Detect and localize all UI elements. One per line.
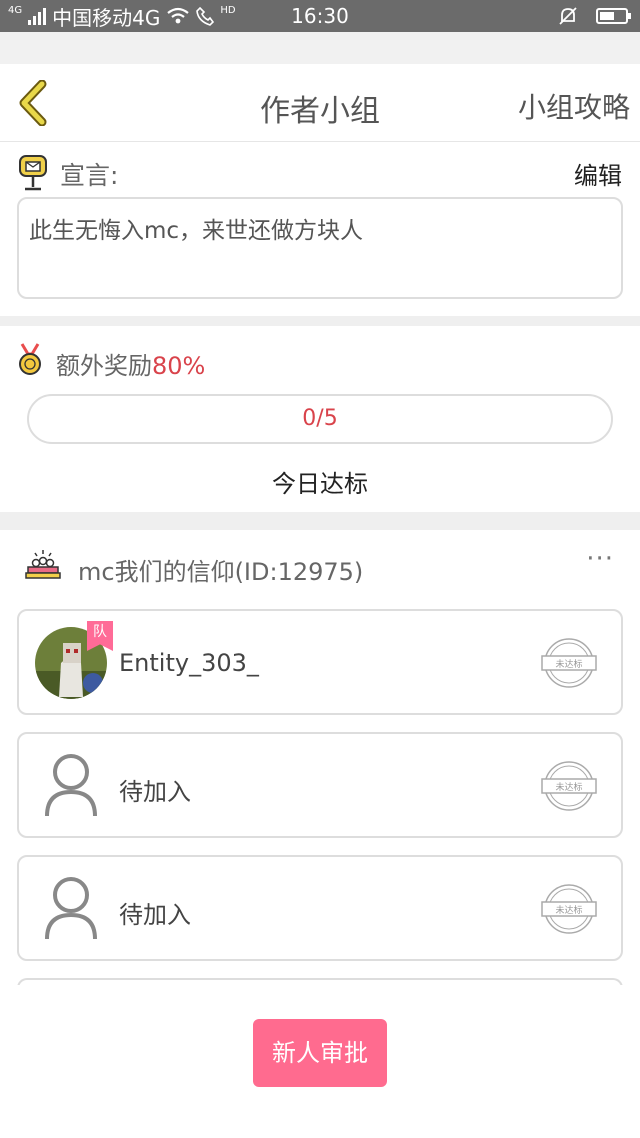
bonus-label-text: 额外奖励 xyxy=(56,352,152,380)
medal-icon xyxy=(19,343,41,375)
divider xyxy=(0,512,640,530)
group-name: mc我们的信仰(ID:12975) xyxy=(78,558,364,586)
mailbox-icon xyxy=(19,155,47,191)
person-placeholder-icon xyxy=(45,754,97,817)
not-qualified-stamp-icon: 未达标 xyxy=(541,761,597,811)
stamp-label: 未达标 xyxy=(555,904,582,916)
bonus-label: 额外奖励80% xyxy=(56,346,205,381)
member-name: Entity_303_ xyxy=(119,649,259,677)
member-card[interactable]: 队 Entity_303_ 未达标 xyxy=(17,609,623,715)
member-card[interactable]: 待加入 未达标 xyxy=(17,732,623,838)
battery-icon xyxy=(596,8,631,24)
person-placeholder-icon xyxy=(45,877,97,940)
stamp-label: 未达标 xyxy=(555,658,582,670)
more-options-button[interactable]: ··· xyxy=(586,544,614,574)
declaration-section: 宣言: 编辑 此生无悔入mc，来世还做方块人 xyxy=(0,142,640,318)
divider xyxy=(0,316,640,326)
new-member-approval-button[interactable]: 新人审批 xyxy=(253,1019,387,1087)
bonus-section: 额外奖励80% 0/5 今日达标 xyxy=(0,326,640,512)
bonus-percent: 80% xyxy=(152,352,206,380)
daily-progress-bar: 0/5 xyxy=(27,394,613,444)
clock: 16:30 xyxy=(291,4,349,28)
member-card[interactable]: 待加入 未达标 xyxy=(17,855,623,961)
group-header: mc我们的信仰(ID:12975) ··· xyxy=(0,530,640,602)
status-bar: 4G 中国移动4G HD 16:30 xyxy=(0,0,640,32)
edit-button[interactable]: 编辑 xyxy=(574,156,622,191)
progress-text: 0/5 xyxy=(302,406,338,431)
mute-bell-icon xyxy=(559,7,577,25)
not-qualified-stamp-icon: 未达标 xyxy=(541,638,597,688)
team-icon xyxy=(25,550,61,579)
member-name: 待加入 xyxy=(119,778,191,806)
declaration-label: 宣言: xyxy=(60,161,119,190)
declaration-text: 此生无悔入mc，来世还做方块人 xyxy=(17,197,623,299)
member-name: 待加入 xyxy=(119,901,191,929)
group-guide-link[interactable]: 小组攻略 xyxy=(518,86,630,126)
nav-header: 作者小组 小组攻略 xyxy=(0,64,640,142)
today-target-label: 今日达标 xyxy=(272,470,368,498)
top-spacer xyxy=(0,32,640,64)
not-qualified-stamp-icon: 未达标 xyxy=(541,884,597,934)
stamp-label: 未达标 xyxy=(555,781,582,793)
